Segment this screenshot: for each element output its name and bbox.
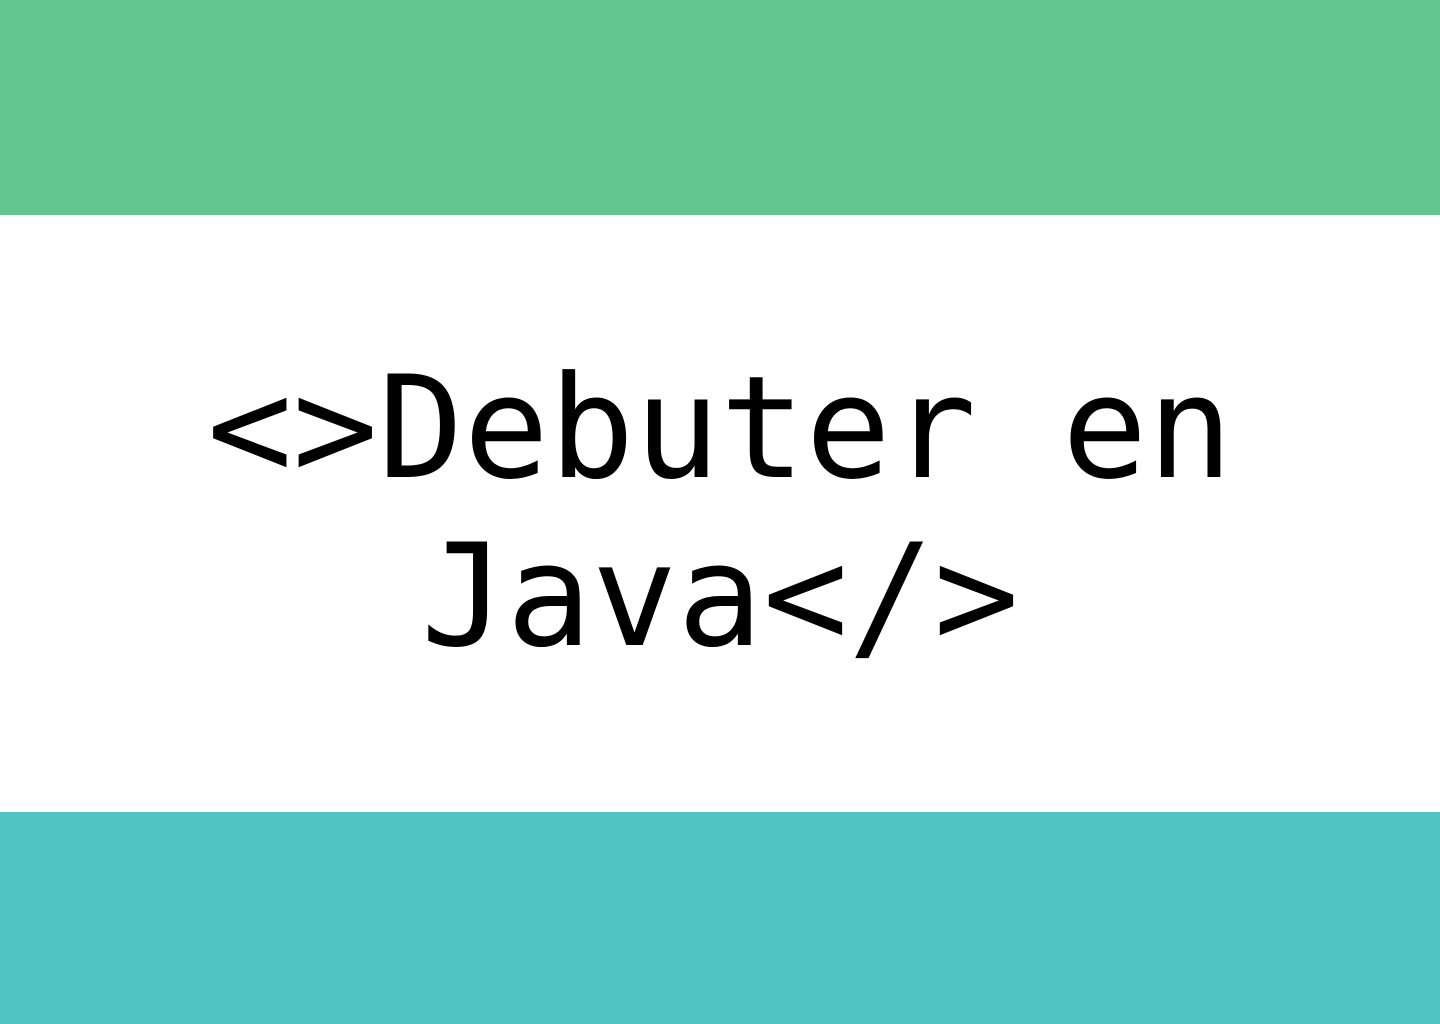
title-line-2: Java</> (420, 514, 1020, 679)
title-line-1: <>Debuter en (207, 346, 1233, 511)
top-color-band (0, 0, 1440, 215)
banner-title: <>Debuter en Java</> (0, 345, 1440, 681)
banner: <>Debuter en Java</> (0, 0, 1440, 1024)
bottom-color-band (0, 812, 1440, 1024)
